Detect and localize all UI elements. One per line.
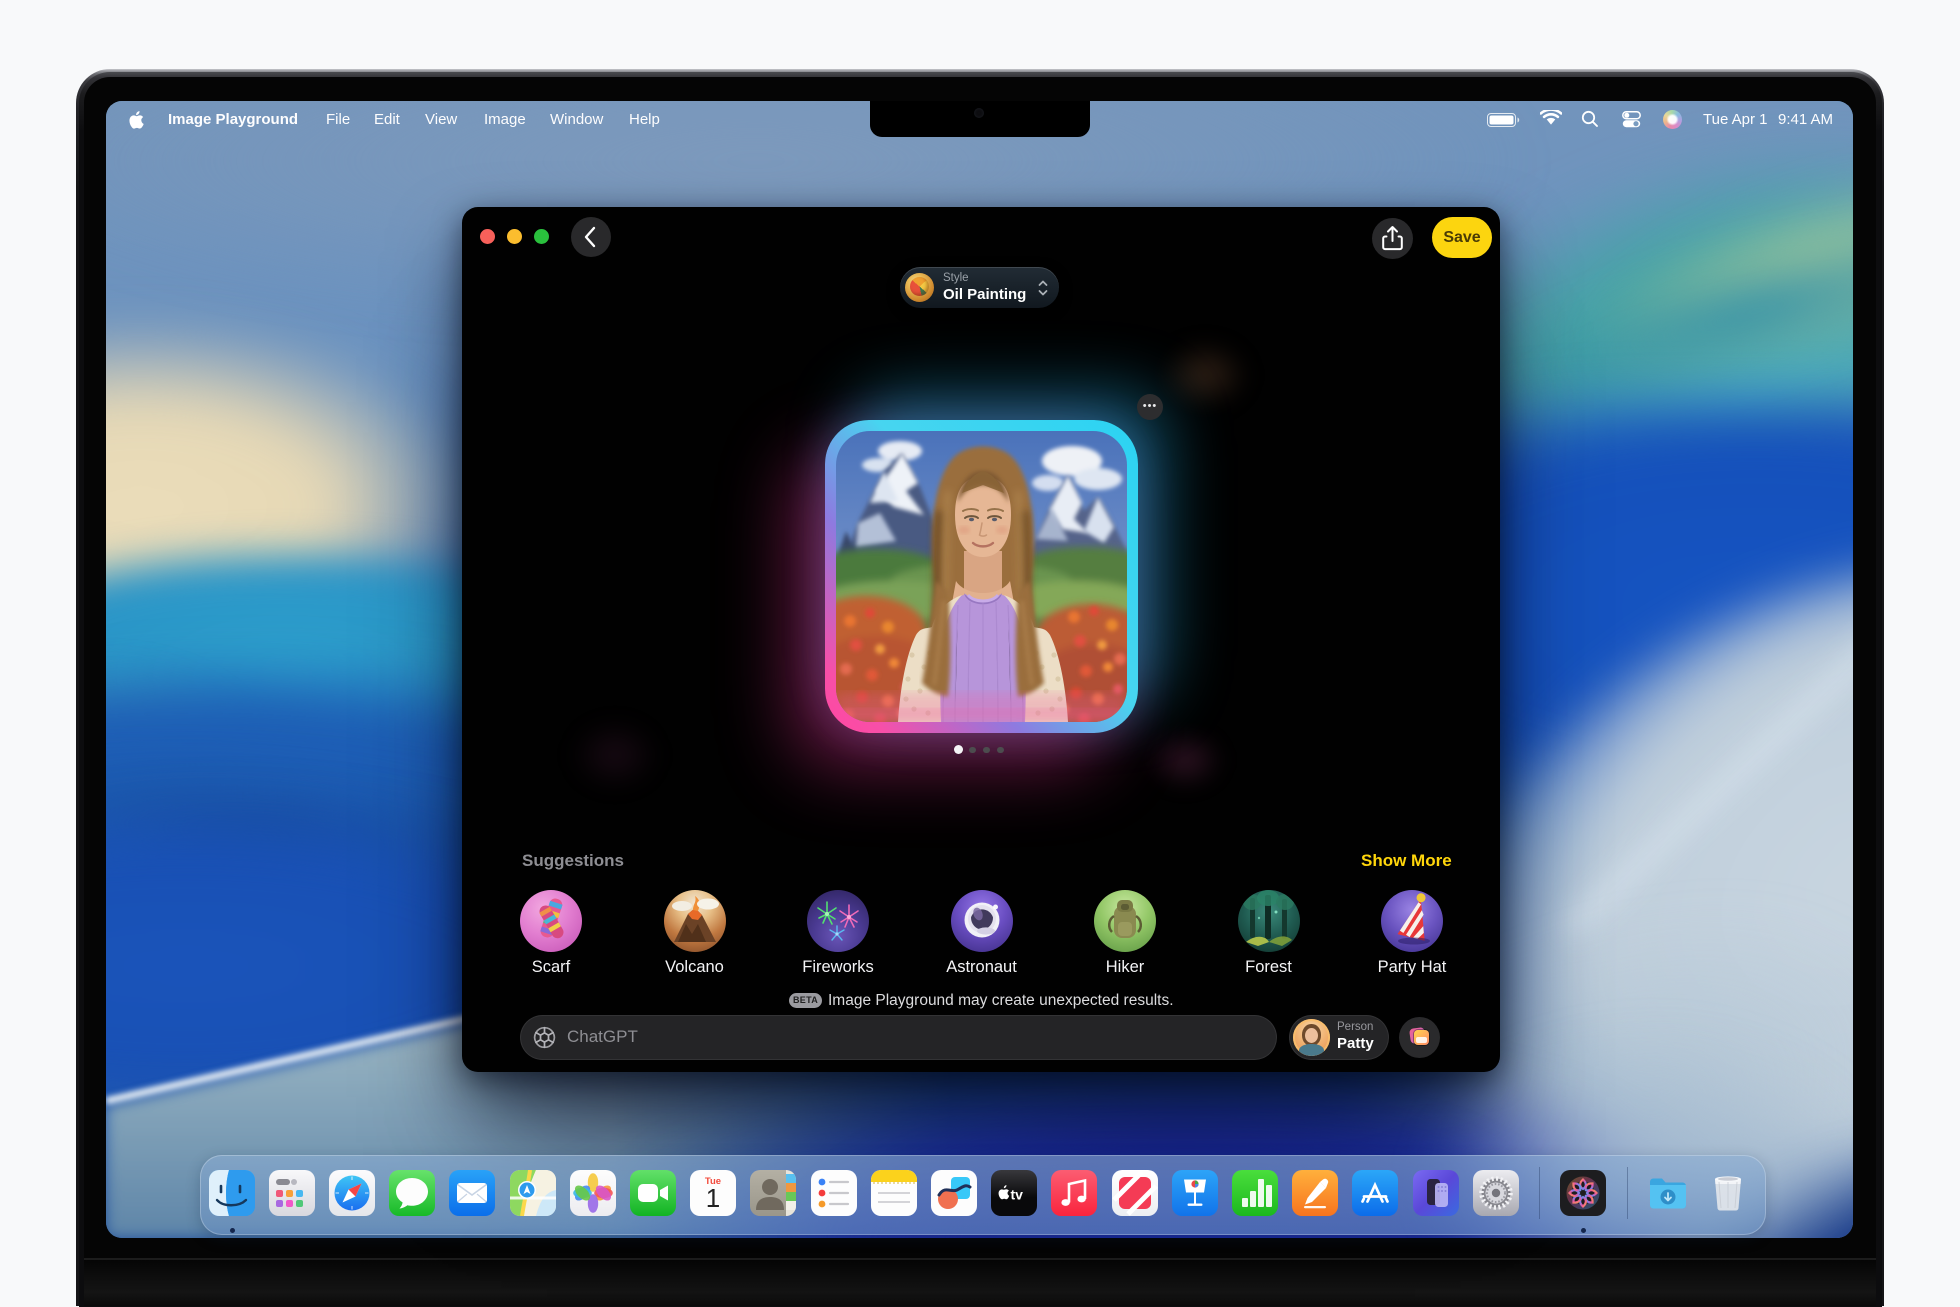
svg-text:tv: tv [1011,1187,1024,1203]
